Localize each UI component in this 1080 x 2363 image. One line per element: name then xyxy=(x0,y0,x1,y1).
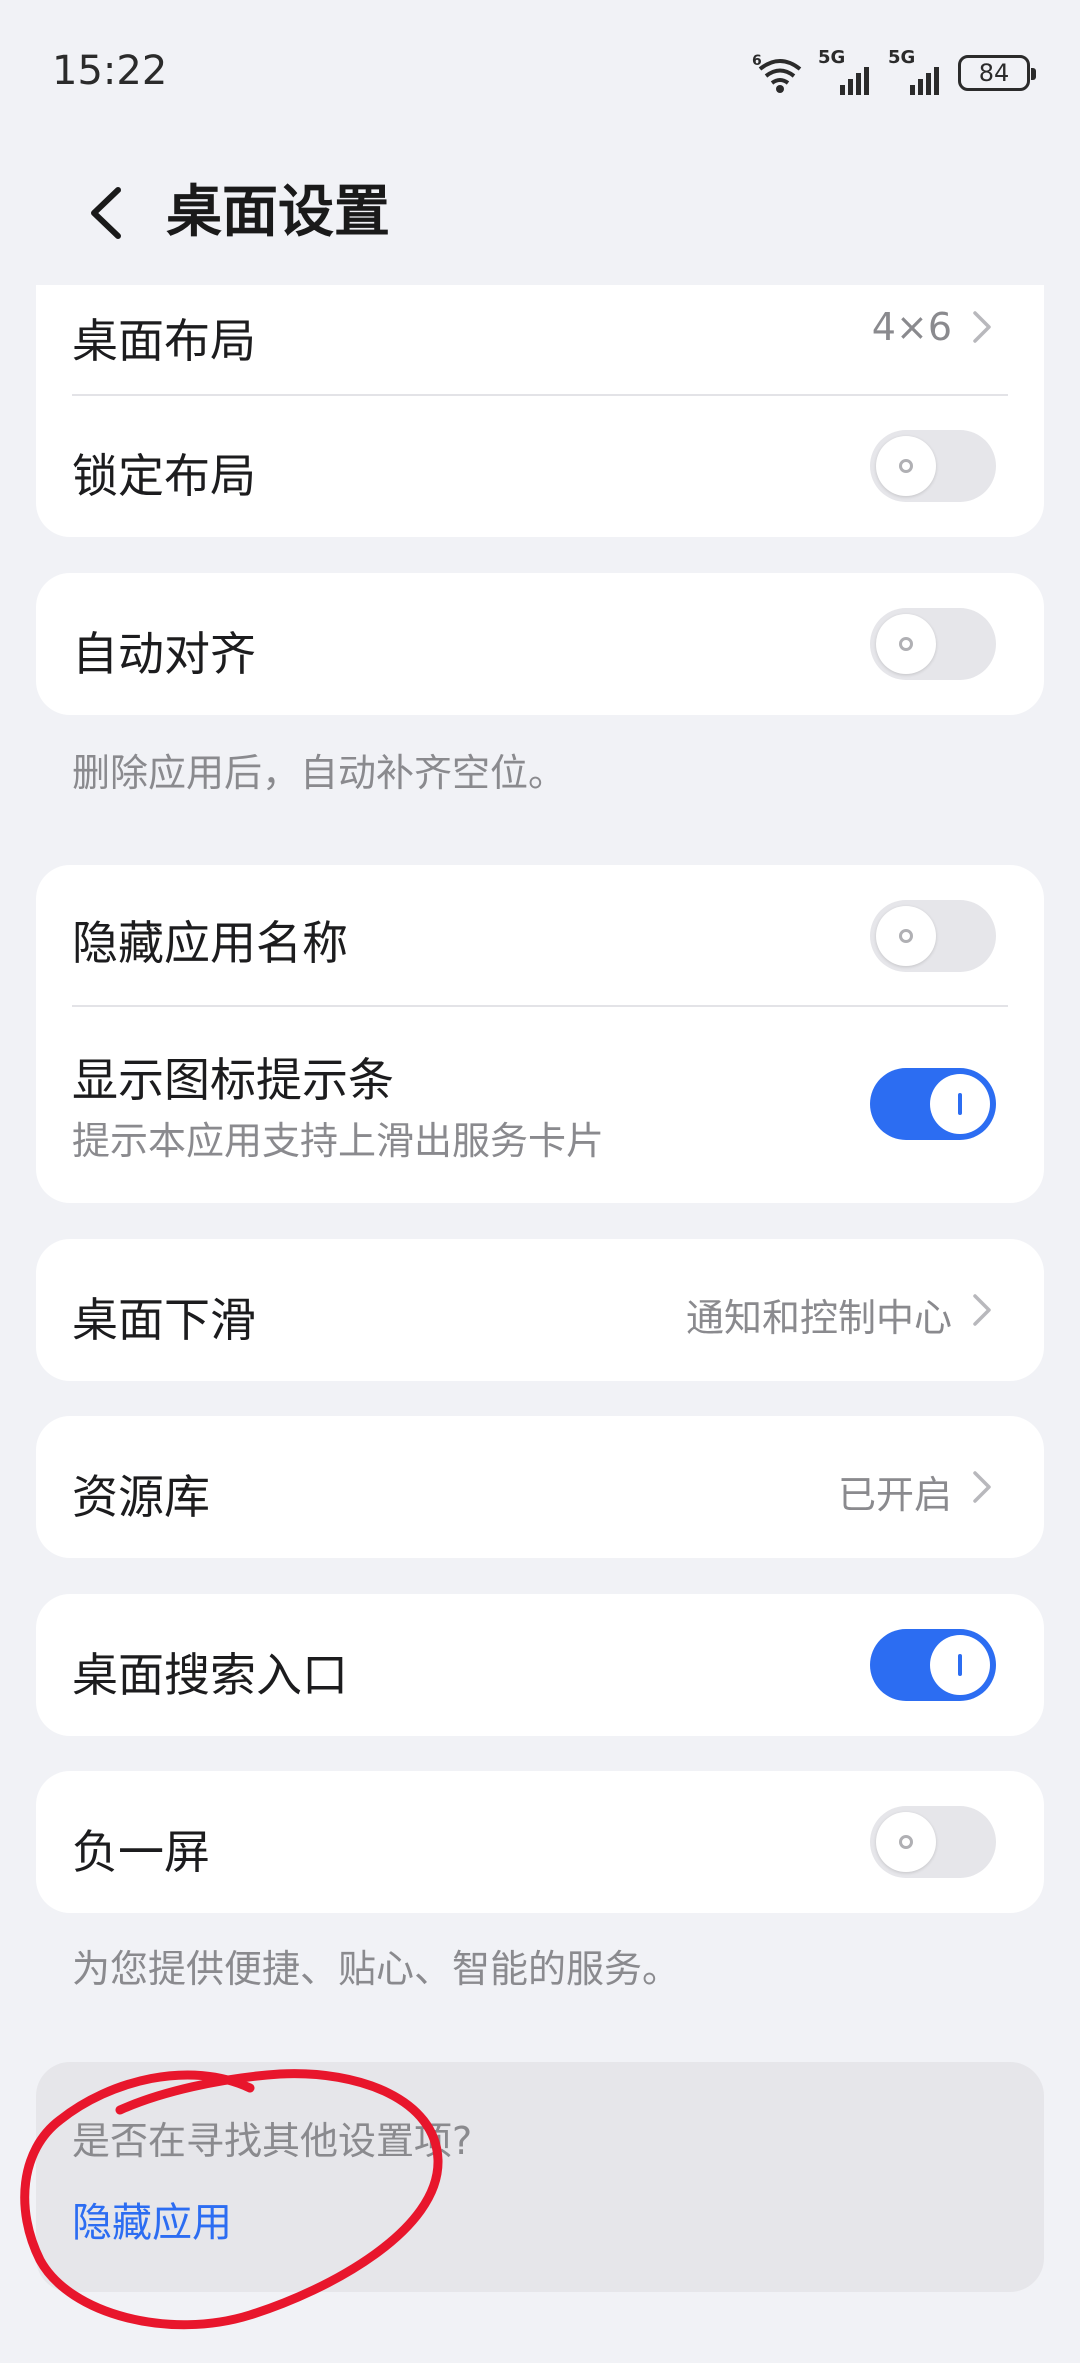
lock-layout-row: 锁定布局 xyxy=(36,395,1044,537)
auto-align-toggle[interactable] xyxy=(870,608,996,680)
page-header: 桌面设置 xyxy=(0,140,1080,285)
auto-align-card: 自动对齐 xyxy=(36,573,1044,715)
resource-library-row[interactable]: 资源库 已开启 xyxy=(36,1416,1044,1558)
search-entry-label: 桌面搜索入口 xyxy=(72,1648,348,1702)
wifi-icon: 6 xyxy=(752,51,804,95)
desktop-layout-value: 4×6 xyxy=(871,305,952,349)
show-icon-bar-sub: 提示本应用支持上滑出服务卡片 xyxy=(72,1119,605,1163)
resource-library-card: 资源库 已开启 xyxy=(36,1416,1044,1558)
show-icon-bar-toggle[interactable] xyxy=(870,1068,996,1140)
chevron-right-icon xyxy=(973,311,991,343)
settings-screen: 15:22 6 5G 5G 84 桌面设置 桌面布局 4×6 锁定布局 自动对齐… xyxy=(0,0,1080,2363)
find-settings-card: 是否在寻找其他设置项? 隐藏应用 xyxy=(36,2062,1044,2292)
minus-one-screen-card: 负一屏 xyxy=(36,1771,1044,1913)
chevron-right-icon xyxy=(973,1294,991,1326)
swipe-down-value: 通知和控制中心 xyxy=(685,1296,952,1340)
find-settings-question: 是否在寻找其他设置项? xyxy=(72,2119,473,2163)
back-button[interactable] xyxy=(78,178,134,248)
resource-library-value: 已开启 xyxy=(837,1473,952,1517)
status-time: 15:22 xyxy=(52,48,168,94)
battery-icon: 84 xyxy=(958,55,1036,91)
search-entry-toggle[interactable] xyxy=(870,1629,996,1701)
app-name-card: 隐藏应用名称 显示图标提示条 提示本应用支持上滑出服务卡片 xyxy=(36,865,1044,1203)
lock-layout-toggle[interactable] xyxy=(870,430,996,502)
signal-sim1-icon: 5G xyxy=(818,47,874,95)
layout-card: 桌面布局 4×6 锁定布局 xyxy=(36,285,1044,537)
lock-layout-label: 锁定布局 xyxy=(72,449,256,503)
auto-align-note: 删除应用后，自动补齐空位。 xyxy=(72,751,567,795)
swipe-down-row[interactable]: 桌面下滑 通知和控制中心 xyxy=(36,1239,1044,1381)
auto-align-row: 自动对齐 xyxy=(36,573,1044,715)
search-entry-row: 桌面搜索入口 xyxy=(36,1594,1044,1736)
hide-app-names-label: 隐藏应用名称 xyxy=(72,916,348,970)
hidden-apps-link[interactable]: 隐藏应用 xyxy=(72,2190,232,2248)
status-icons: 6 5G 5G 84 xyxy=(752,47,1036,98)
swipe-down-card: 桌面下滑 通知和控制中心 xyxy=(36,1239,1044,1381)
desktop-layout-row[interactable]: 桌面布局 4×6 xyxy=(36,285,1044,395)
status-bar: 15:22 6 5G 5G 84 xyxy=(0,0,1080,140)
minus-one-screen-toggle[interactable] xyxy=(870,1806,996,1878)
swipe-down-label: 桌面下滑 xyxy=(72,1293,256,1347)
auto-align-label: 自动对齐 xyxy=(72,627,256,681)
battery-level: 84 xyxy=(978,59,1010,87)
chevron-left-icon xyxy=(91,187,121,239)
desktop-layout-label: 桌面布局 xyxy=(72,314,256,368)
minus-one-screen-row: 负一屏 xyxy=(36,1771,1044,1913)
signal-sim2-icon: 5G xyxy=(888,47,944,95)
hide-app-names-row: 隐藏应用名称 xyxy=(36,865,1044,1005)
page-title: 桌面设置 xyxy=(166,180,390,245)
chevron-right-icon xyxy=(973,1471,991,1503)
resource-library-label: 资源库 xyxy=(72,1470,210,1524)
show-icon-bar-label: 显示图标提示条 xyxy=(72,1053,394,1107)
hide-app-names-toggle[interactable] xyxy=(870,900,996,972)
minus-one-screen-note: 为您提供便捷、贴心、智能的服务。 xyxy=(72,1947,681,1991)
search-entry-card: 桌面搜索入口 xyxy=(36,1594,1044,1736)
minus-one-screen-label: 负一屏 xyxy=(72,1825,210,1879)
show-icon-bar-row: 显示图标提示条 提示本应用支持上滑出服务卡片 xyxy=(36,1006,1044,1203)
